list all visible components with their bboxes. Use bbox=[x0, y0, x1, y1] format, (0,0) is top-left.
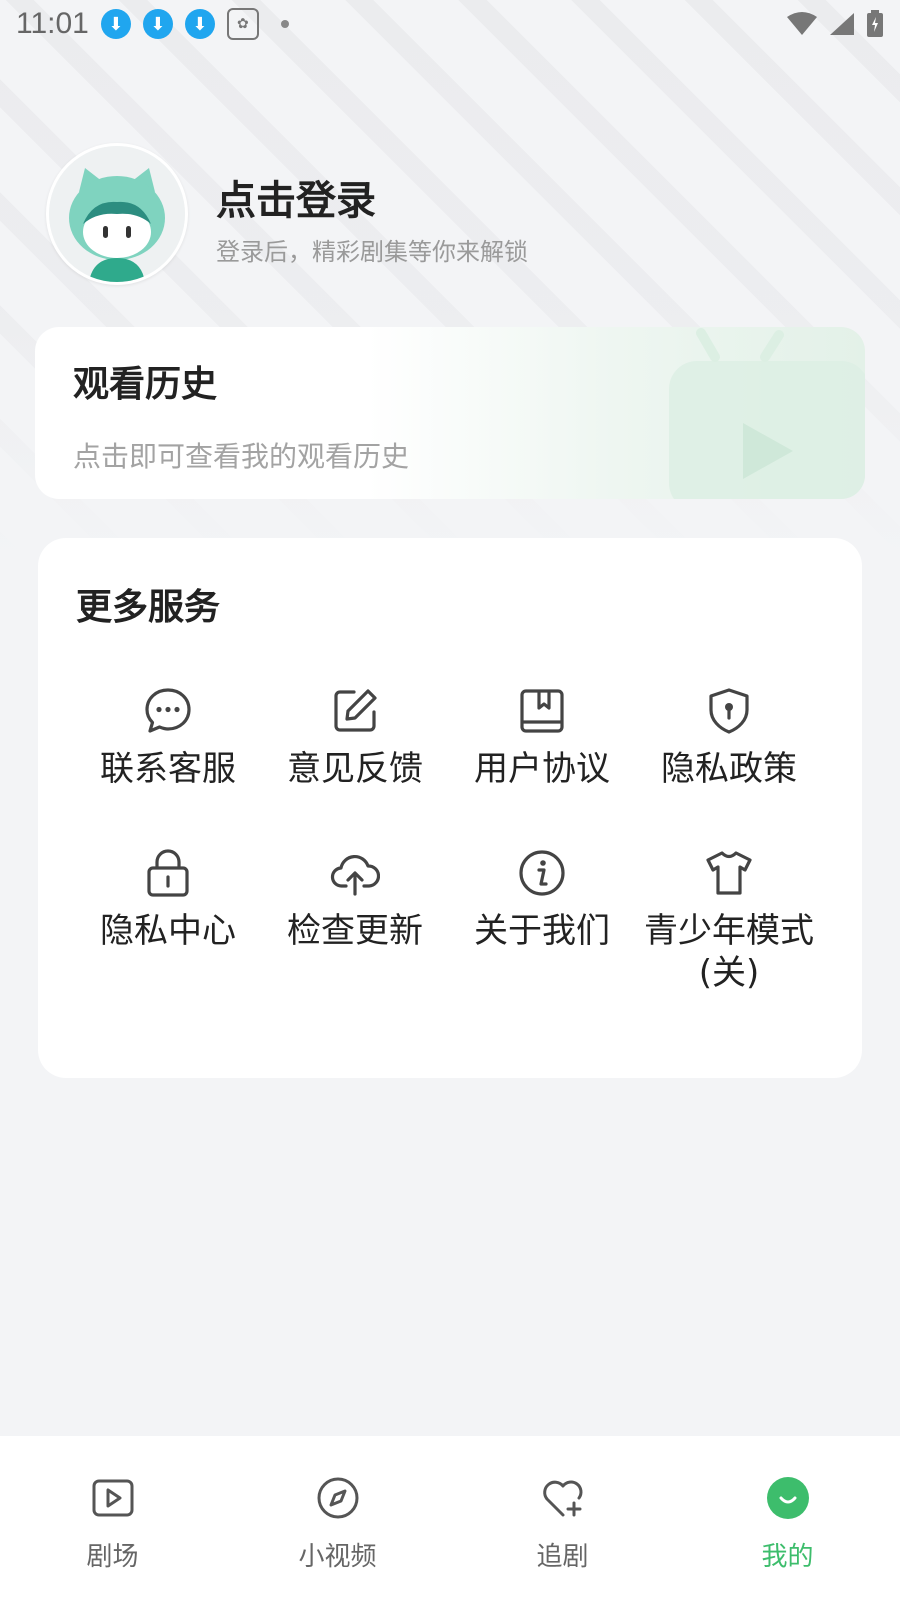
smile-icon bbox=[764, 1474, 812, 1522]
signal-icon bbox=[830, 13, 854, 35]
service-label: 青少年模式(关) bbox=[644, 911, 814, 993]
nav-label: 我的 bbox=[761, 1542, 814, 1572]
nav-mine[interactable]: 我的 bbox=[675, 1436, 900, 1600]
wifi-icon bbox=[787, 12, 817, 35]
login-section[interactable]: 点击登录 登录后，精彩剧集等你来解锁 bbox=[46, 143, 528, 285]
service-privacy-center[interactable]: 隐私中心 bbox=[73, 848, 263, 952]
service-label: 隐私政策 bbox=[661, 749, 797, 789]
watch-history-card[interactable]: 观看历史 点击即可查看我的观看历史 bbox=[35, 327, 865, 499]
heart-plus-icon bbox=[539, 1474, 587, 1522]
book-icon bbox=[517, 686, 567, 736]
nav-short-video[interactable]: 小视频 bbox=[225, 1436, 450, 1600]
download-icon: ⬇ bbox=[142, 9, 173, 39]
service-label: 意见反馈 bbox=[287, 749, 423, 789]
history-title: 观看历史 bbox=[73, 364, 218, 405]
more-services-card: 更多服务 联系客服 意见反馈 用户协议 隐私政策 隐私中心 检查更新 关于我们 … bbox=[38, 538, 862, 1078]
nav-theater[interactable]: 剧场 bbox=[0, 1436, 225, 1600]
service-label: 联系客服 bbox=[100, 749, 236, 789]
login-title[interactable]: 点击登录 bbox=[216, 168, 528, 226]
service-teen-mode[interactable]: 青少年模式(关) bbox=[634, 848, 824, 994]
nav-label: 追剧 bbox=[536, 1542, 589, 1572]
chat-bubble-icon bbox=[143, 686, 193, 736]
status-left: 11:01 ⬇ ⬇ ⬇ ✿ bbox=[16, 7, 289, 41]
service-user-agreement[interactable]: 用户协议 bbox=[447, 686, 637, 790]
service-label: 关于我们 bbox=[474, 911, 610, 951]
status-time: 11:01 bbox=[16, 7, 89, 40]
download-icon: ⬇ bbox=[100, 9, 131, 39]
bottom-nav: 剧场 小视频 追剧 我的 bbox=[0, 1436, 900, 1600]
avatar-mascot-icon bbox=[49, 146, 185, 282]
history-subtitle: 点击即可查看我的观看历史 bbox=[73, 440, 410, 473]
service-privacy-policy[interactable]: 隐私政策 bbox=[634, 686, 824, 790]
avatar[interactable] bbox=[46, 143, 188, 285]
service-contact-support[interactable]: 联系客服 bbox=[73, 686, 263, 790]
battery-icon bbox=[867, 10, 883, 37]
nav-label: 小视频 bbox=[298, 1542, 377, 1572]
login-subtitle: 登录后，精彩剧集等你来解锁 bbox=[216, 237, 528, 266]
tv-play-icon bbox=[669, 328, 865, 499]
service-check-update[interactable]: 检查更新 bbox=[260, 848, 450, 952]
cloud-upload-icon bbox=[330, 848, 380, 898]
status-right bbox=[786, 10, 884, 38]
play-screen-icon bbox=[89, 1474, 137, 1522]
services-title: 更多服务 bbox=[76, 587, 221, 628]
status-bar: 11:01 ⬇ ⬇ ⬇ ✿ bbox=[0, 0, 900, 48]
lock-icon bbox=[143, 848, 193, 898]
service-label: 隐私中心 bbox=[100, 911, 236, 951]
compass-icon bbox=[314, 1474, 362, 1522]
notification-dot-icon bbox=[280, 20, 289, 28]
shirt-icon bbox=[704, 848, 754, 898]
baidu-paw-icon: ✿ bbox=[226, 8, 259, 40]
service-about-us[interactable]: 关于我们 bbox=[447, 848, 637, 952]
nav-follow[interactable]: 追剧 bbox=[450, 1436, 675, 1600]
info-icon bbox=[517, 848, 567, 898]
service-label: 检查更新 bbox=[287, 911, 423, 951]
edit-icon bbox=[330, 686, 380, 736]
download-icon: ⬇ bbox=[184, 9, 215, 39]
service-feedback[interactable]: 意见反馈 bbox=[260, 686, 450, 790]
shield-icon bbox=[704, 686, 754, 736]
nav-label: 剧场 bbox=[86, 1542, 139, 1572]
login-text: 点击登录 登录后，精彩剧集等你来解锁 bbox=[216, 162, 528, 267]
service-label: 用户协议 bbox=[474, 749, 610, 789]
